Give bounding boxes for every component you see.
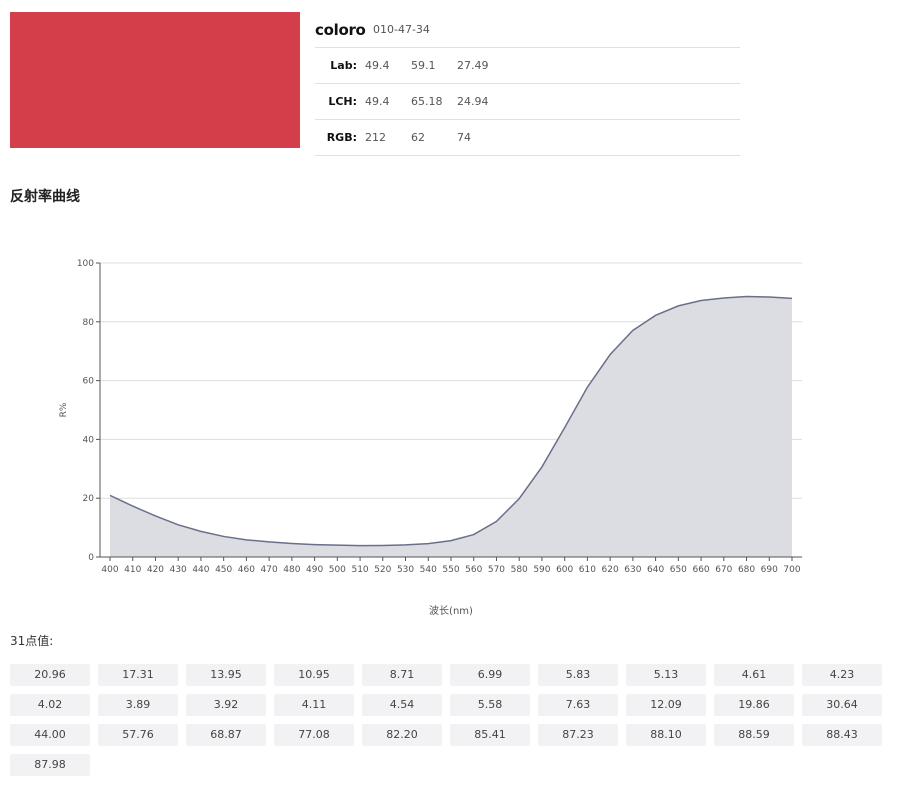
x-tick-label: 660	[692, 565, 709, 575]
point-value-cell: 4.11	[274, 694, 354, 716]
point-value-cell: 57.76	[98, 724, 178, 746]
x-tick-label: 690	[761, 565, 778, 575]
x-tick-label: 400	[101, 565, 118, 575]
point-value-cell: 10.95	[274, 664, 354, 686]
point-value-cell: 88.10	[626, 724, 706, 746]
point-value-cell: 30.64	[802, 694, 882, 716]
info-row-lch: LCH: 49.4 65.18 24.94	[315, 84, 740, 120]
x-tick-label: 550	[442, 565, 459, 575]
point-value-cell: 5.83	[538, 664, 618, 686]
point-value-cell: 4.61	[714, 664, 794, 686]
point-value-cell: 4.54	[362, 694, 442, 716]
x-tick-label: 610	[579, 565, 596, 575]
x-tick-label: 430	[170, 565, 187, 575]
point-value-cell: 4.02	[10, 694, 90, 716]
x-tick-label: 470	[261, 565, 278, 575]
y-tick-label: 40	[83, 435, 95, 445]
x-tick-label: 520	[374, 565, 391, 575]
point-value-cell: 88.43	[802, 724, 882, 746]
x-tick-label: 490	[306, 565, 323, 575]
point-value-cell: 5.13	[626, 664, 706, 686]
points-title: 31点值:	[10, 634, 54, 648]
lab-b-value: 27.49	[457, 59, 489, 72]
color-swatch	[10, 12, 300, 148]
info-row-rgb: RGB: 212 62 74	[315, 120, 740, 156]
point-value-cell: 6.99	[450, 664, 530, 686]
color-code: 010-47-34	[373, 23, 430, 36]
point-value-cell: 3.92	[186, 694, 266, 716]
x-tick-label: 590	[533, 565, 550, 575]
x-tick-label: 440	[192, 565, 209, 575]
x-tick-label: 500	[329, 565, 346, 575]
y-tick-label: 100	[77, 259, 94, 269]
y-tick-label: 20	[83, 494, 95, 504]
x-tick-label: 560	[465, 565, 482, 575]
lch-c-value: 65.18	[411, 95, 443, 108]
lab-l-value: 49.4	[365, 59, 390, 72]
point-value-cell: 88.59	[714, 724, 794, 746]
point-value-cell: 68.87	[186, 724, 266, 746]
point-value-cell: 12.09	[626, 694, 706, 716]
point-value-cell: 87.98	[10, 754, 90, 776]
section-title: 反射率曲线	[10, 189, 80, 205]
y-tick-label: 80	[83, 318, 95, 328]
x-tick-label: 580	[511, 565, 528, 575]
point-value-cell: 7.63	[538, 694, 618, 716]
lch-h-value: 24.94	[457, 95, 489, 108]
rgb-g-value: 62	[411, 131, 425, 144]
x-tick-label: 620	[602, 565, 619, 575]
x-tick-label: 700	[783, 565, 800, 575]
info-row-lab: Lab: 49.4 59.1 27.49	[315, 48, 740, 84]
color-info-panel: coloro 010-47-34 Lab: 49.4 59.1 27.49 LC…	[315, 12, 740, 156]
point-value-cell: 44.00	[10, 724, 90, 746]
y-tick-label: 0	[88, 553, 94, 563]
point-value-cell: 13.95	[186, 664, 266, 686]
lch-l-value: 49.4	[365, 95, 390, 108]
x-tick-label: 460	[238, 565, 255, 575]
point-value-cell: 77.08	[274, 724, 354, 746]
point-value-cell: 20.96	[10, 664, 90, 686]
rgb-label: RGB:	[326, 131, 357, 144]
point-value-cell: 17.31	[98, 664, 178, 686]
point-value-cell: 82.20	[362, 724, 442, 746]
point-value-cell: 3.89	[98, 694, 178, 716]
x-tick-label: 410	[124, 565, 141, 575]
x-tick-label: 570	[488, 565, 505, 575]
point-value-cell: 85.41	[450, 724, 530, 746]
x-tick-label: 450	[215, 565, 232, 575]
x-tick-label: 630	[624, 565, 641, 575]
x-tick-label: 670	[715, 565, 732, 575]
x-tick-label: 480	[283, 565, 300, 575]
x-tick-label: 680	[738, 565, 755, 575]
info-row-brand: coloro 010-47-34	[315, 12, 740, 48]
brand-logo: coloro	[315, 20, 366, 39]
reflectance-chart: 0 20 40 60 80 100 400 410 420 430 440 450 460 470 480 4…	[59, 259, 802, 617]
lab-a-value: 59.1	[411, 59, 436, 72]
x-tick-label: 420	[147, 565, 164, 575]
point-value-cell: 87.23	[538, 724, 618, 746]
y-axis-title: R%	[59, 402, 69, 417]
x-axis-title: 波长(nm)	[429, 604, 473, 617]
rgb-r-value: 212	[365, 131, 386, 144]
lch-label: LCH:	[328, 95, 357, 108]
point-value-cell: 4.23	[802, 664, 882, 686]
x-tick-label: 530	[397, 565, 414, 575]
x-tick-label: 540	[420, 565, 437, 575]
x-tick-label: 650	[670, 565, 687, 575]
rgb-b-value: 74	[457, 131, 471, 144]
x-tick-label: 640	[647, 565, 664, 575]
x-tick-label: 510	[351, 565, 368, 575]
point-value-cell: 19.86	[714, 694, 794, 716]
point-value-cell: 5.58	[450, 694, 530, 716]
point-value-cell: 8.71	[362, 664, 442, 686]
y-tick-label: 60	[83, 377, 95, 387]
lab-label: Lab:	[330, 59, 357, 72]
area-fill	[110, 296, 792, 557]
x-tick-label: 600	[556, 565, 573, 575]
